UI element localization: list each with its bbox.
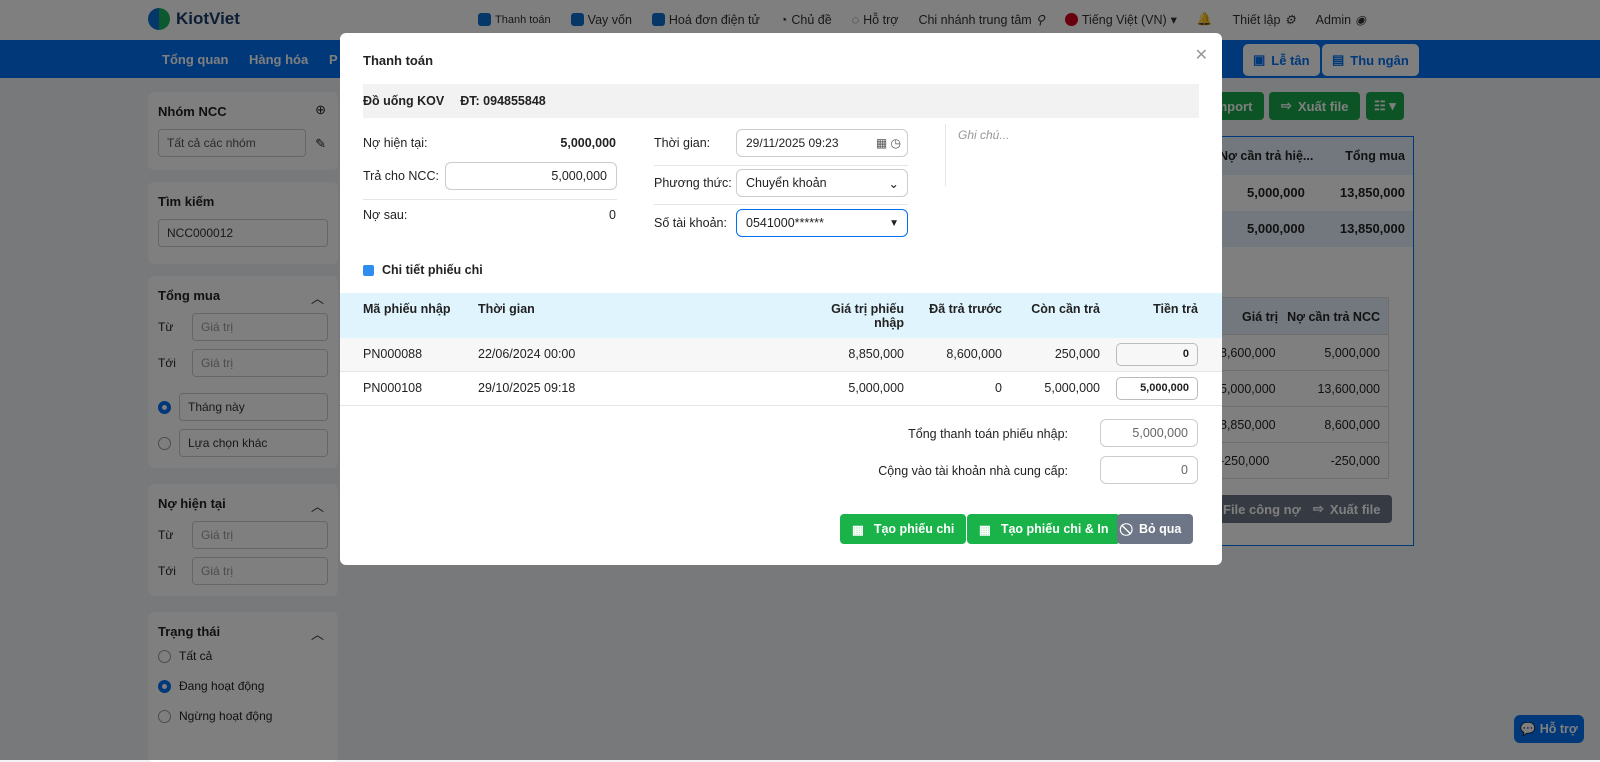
pay-amount-input[interactable]: 5,000,000 — [445, 162, 617, 190]
account-select[interactable]: 0541000****** ▼ — [736, 209, 908, 237]
modal-title: Thanh toán — [363, 53, 434, 68]
calculator-icon: ▦ — [852, 522, 864, 537]
pay-amount-cell-input[interactable]: 5,000,000 — [1116, 377, 1198, 400]
calculator-icon: ▦ — [979, 522, 991, 537]
caret-down-icon: ▼ — [889, 217, 899, 229]
datetime-input[interactable]: 29/11/2025 09:23 ▦ ◷ — [736, 129, 908, 157]
close-icon[interactable]: ✕ — [1195, 45, 1208, 65]
skip-button[interactable]: ⃠Bỏ qua — [1117, 514, 1194, 544]
detail-row: PN000088 22/06/2024 00:00 8,850,000 8,60… — [340, 338, 1222, 372]
detail-title[interactable]: Chi tiết phiếu chi — [382, 263, 483, 277]
current-debt: 5,000,000 — [560, 136, 616, 150]
create-payment-button[interactable]: ▦ Tạo phiếu chi — [840, 514, 967, 544]
total-payment-field: 5,000,000 — [1100, 419, 1198, 447]
remaining-debt: 0 — [609, 208, 616, 222]
detail-table-header: Mã phiếu nhập Thời gian Giá trị phiếu nh… — [340, 293, 1222, 338]
supplier-info: Đồ uống KOV ĐT: 094855848 — [363, 84, 1199, 118]
note-input[interactable]: Ghi chú... — [958, 128, 1009, 142]
detail-row: PN000108 29/10/2025 09:18 5,000,000 0 5,… — [340, 372, 1222, 406]
calendar-clock-icon[interactable]: ▦ ◷ — [876, 136, 901, 150]
create-print-button[interactable]: ▦ Tạo phiếu chi & In — [967, 514, 1121, 544]
payment-method-select[interactable]: Chuyển khoản ⌄ — [736, 169, 908, 197]
payment-modal: Thanh toán ✕ Đồ uống KOV ĐT: 094855848 Nợ… — [340, 33, 1222, 565]
collapse-icon[interactable] — [363, 265, 374, 276]
pay-amount-cell-input[interactable]: 0 — [1116, 343, 1198, 366]
add-to-account-field: 0 — [1100, 456, 1198, 484]
chevron-down-icon: ⌄ — [888, 176, 899, 191]
